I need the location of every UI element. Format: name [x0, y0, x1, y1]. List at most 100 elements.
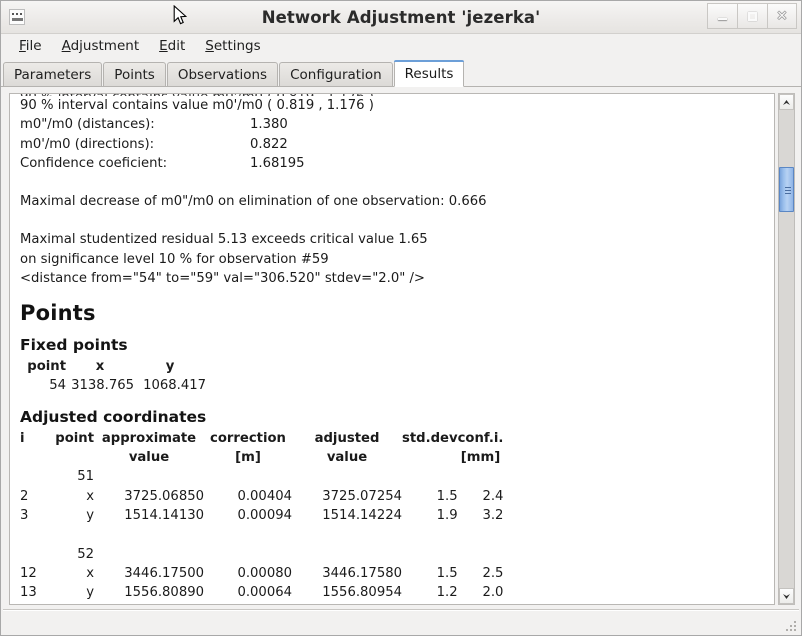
- scroll-up-button[interactable]: [779, 94, 794, 110]
- table-row: 2 x 3725.06850 0.00404 3725.07254 1.5 2.…: [20, 487, 503, 506]
- ac-row-i: 3: [20, 508, 29, 524]
- tab-label-configuration: Configuration: [290, 66, 382, 83]
- menu-label-file: ile: [25, 38, 42, 54]
- scrollbar-track[interactable]: [779, 110, 794, 588]
- ac-row-i: 2: [20, 488, 29, 504]
- fixed-point-y: 1068.417: [143, 378, 206, 394]
- ac-header-correction: correction: [210, 430, 286, 446]
- ac-row-stddev: 1.9: [436, 508, 458, 524]
- ac-row-stddev: 1.2: [436, 585, 458, 601]
- close-button[interactable]: ✕: [767, 3, 797, 29]
- ac-row-adjusted: 1514.14224: [322, 508, 402, 524]
- ac-g0-blank-i: [20, 467, 46, 486]
- window-title: Network Adjustment 'jezerka': [261, 7, 541, 27]
- stat-value-confidence-coeficient: 1.68195: [250, 155, 305, 171]
- network-adjustment-window: Network Adjustment 'jezerka' ✕ File Adju…: [0, 0, 802, 636]
- ac-header2-blank2: [46, 448, 94, 467]
- ac-row-confi: 2.5: [482, 565, 504, 581]
- ac-row-confi: 2.0: [482, 585, 504, 601]
- stat-value-m0-directions: 0.822: [250, 136, 288, 152]
- stat-row-confidence-coeficient: Confidence coeficient: 1.68195: [20, 154, 774, 173]
- menu-label-adjustment: djustment: [70, 38, 140, 54]
- ac-row-adjusted: 3446.17580: [322, 565, 402, 581]
- ac-row-axis: y: [86, 508, 94, 524]
- table-row: 3 y 1514.14130 0.00094 1514.14224 1.9 3.…: [20, 506, 503, 525]
- ac-row-adjusted: 1556.80954: [322, 585, 402, 601]
- resize-grip-icon[interactable]: [783, 618, 796, 631]
- adjusted-coordinates-heading: Adjusted coordinates: [20, 407, 207, 426]
- adjusted-header-row-2: value [m] value [mm]: [20, 448, 503, 467]
- ac-row-correction: 0.00064: [237, 585, 292, 601]
- tab-observations[interactable]: Observations: [166, 62, 279, 87]
- stat-key-confidence-coeficient: Confidence coeficient:: [20, 155, 168, 171]
- ac-row-axis: x: [86, 565, 94, 581]
- ac-row-correction: 0.00404: [237, 488, 292, 504]
- tab-configuration[interactable]: Configuration: [279, 62, 393, 87]
- adjusted-header-row-1: i point approximate correction adjusted …: [20, 429, 503, 448]
- report-viewport[interactable]: 90 % interval contains value m0'/m0 ( 0.…: [9, 93, 775, 605]
- ac-row-approximate: 3725.06850: [124, 488, 204, 504]
- ac-row-confi: 2.4: [482, 488, 504, 504]
- scroll-up-icon: [783, 99, 790, 105]
- minimize-button[interactable]: [707, 3, 737, 29]
- window-controls: ✕: [707, 3, 797, 29]
- status-bar: [3, 609, 799, 633]
- points-heading: Points: [20, 301, 96, 326]
- stat-row-m0-directions: m0'/m0 (directions): 0.822: [20, 135, 774, 154]
- clipped-top-text: 90 % interval contains value m0'/m0 ( 0.…: [20, 94, 374, 96]
- fixed-points-header-row: point x y: [20, 357, 206, 376]
- title-bar[interactable]: Network Adjustment 'jezerka' ✕: [1, 1, 801, 34]
- tab-bar: Parameters Points Observations Configura…: [1, 59, 801, 87]
- menu-item-settings[interactable]: Settings: [195, 35, 270, 58]
- residual-line-2: on significance level 10 % for observati…: [20, 251, 329, 267]
- ac-row-approximate: 1514.14130: [124, 508, 204, 524]
- clipped-top-line: 90 % interval contains value m0'/m0 ( 0.…: [20, 94, 774, 96]
- ac-row-i: 12: [20, 565, 37, 581]
- menu-mnemonic-adjustment: A: [61, 38, 71, 54]
- report-spacer-1: [20, 173, 774, 192]
- maximize-icon: [748, 11, 757, 21]
- minimize-icon: [718, 18, 727, 20]
- fixed-points-header-y: y: [165, 358, 175, 374]
- ac-header-confi: conf.i.: [457, 430, 504, 446]
- table-row: 54 3138.765 1068.417: [20, 376, 206, 395]
- menu-item-adjustment[interactable]: Adjustment: [52, 35, 150, 58]
- table-row-spacer: [20, 525, 503, 544]
- tab-results[interactable]: Results: [393, 60, 465, 87]
- table-row: 13 y 1556.80890 0.00064 1556.80954 1.2 2…: [20, 583, 503, 602]
- residual-line-1: Maximal studentized residual 5.13 exceed…: [20, 232, 428, 248]
- fixed-point-x: 3138.765: [71, 378, 134, 394]
- ac-row-approximate: 3446.17500: [124, 565, 204, 581]
- ac-header-approximate: approximate: [101, 430, 197, 446]
- table-row: 51: [20, 467, 503, 486]
- stat-key-m0-directions: m0'/m0 (directions):: [20, 136, 155, 152]
- ac-row-correction: 0.00094: [237, 508, 292, 524]
- menu-label-settings: ettings: [213, 38, 261, 54]
- window-icon: [9, 9, 25, 25]
- tab-parameters[interactable]: Parameters: [3, 62, 103, 87]
- ac-row-stddev: 1.5: [436, 565, 458, 581]
- ac-row-axis: x: [86, 488, 94, 504]
- maximize-button[interactable]: [737, 3, 767, 29]
- ac-g1-blank-i: [20, 545, 46, 564]
- adjusted-coordinates-table: i point approximate correction adjusted …: [20, 429, 503, 603]
- vertical-scrollbar[interactable]: [778, 93, 795, 605]
- menu-bar: File Adjustment Edit Settings: [1, 34, 801, 59]
- ac-header-point: point: [55, 430, 94, 446]
- ac-header-adjusted: adjusted: [314, 430, 380, 446]
- scroll-down-button[interactable]: [779, 588, 794, 604]
- menu-mnemonic-edit: E: [159, 38, 168, 54]
- table-row: 12 x 3446.17500 0.00080 3446.17580 1.5 2…: [20, 564, 503, 583]
- ac-row-stddev: 1.5: [436, 488, 458, 504]
- menu-item-edit[interactable]: Edit: [149, 35, 195, 58]
- menu-item-file[interactable]: File: [9, 35, 52, 58]
- table-row: 52: [20, 545, 503, 564]
- stat-row-m0-distances: m0"/m0 (distances): 1.380: [20, 115, 774, 134]
- ac-header2-unit-mm: [mm]: [460, 450, 501, 466]
- ac-header2-value-2: value: [326, 450, 368, 466]
- ac-header-i: i: [20, 430, 25, 446]
- tab-label-points: Points: [114, 66, 155, 83]
- tab-points[interactable]: Points: [103, 62, 166, 87]
- ac-header2-blank1: [20, 448, 46, 467]
- scrollbar-thumb[interactable]: [779, 167, 794, 212]
